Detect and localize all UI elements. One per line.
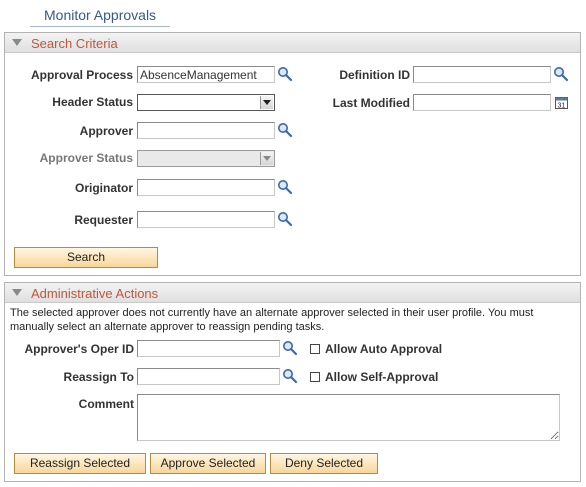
- page-title: Monitor Approvals: [44, 7, 157, 23]
- approval-process-lookup-icon[interactable]: [277, 66, 293, 82]
- search-button[interactable]: Search: [14, 247, 158, 268]
- allow-auto-approval-checkbox[interactable]: [310, 344, 320, 354]
- originator-input[interactable]: [137, 179, 275, 196]
- reassign-selected-button[interactable]: Reassign Selected: [14, 453, 146, 474]
- calendar-icon[interactable]: 31: [554, 95, 570, 111]
- administrative-actions-title[interactable]: Administrative Actions: [31, 286, 158, 301]
- collapse-triangle-icon[interactable]: [12, 289, 22, 296]
- comment-textarea[interactable]: [137, 394, 560, 441]
- originator-lookup-icon[interactable]: [277, 179, 293, 195]
- deny-selected-button[interactable]: Deny Selected: [270, 453, 378, 474]
- comment-label: Comment: [78, 397, 134, 411]
- title-underline: [30, 26, 170, 27]
- allow-self-approval-label[interactable]: Allow Self-Approval: [325, 370, 438, 384]
- administrative-actions-header[interactable]: Administrative Actions: [5, 283, 580, 303]
- requester-lookup-icon[interactable]: [277, 211, 293, 227]
- header-status-select[interactable]: [137, 94, 275, 111]
- originator-label: Originator: [74, 181, 133, 195]
- allow-auto-approval-label[interactable]: Allow Auto Approval: [325, 342, 442, 356]
- definition-id-label: Definition ID: [339, 68, 410, 82]
- approver-status-label: Approver Status: [39, 151, 133, 165]
- requester-label: Requester: [74, 213, 133, 227]
- approvers-oper-id-label: Approver's Oper ID: [24, 342, 134, 356]
- approver-label: Approver: [79, 124, 133, 138]
- search-criteria-title[interactable]: Search Criteria: [31, 36, 118, 51]
- approver-lookup-icon[interactable]: [277, 122, 293, 138]
- dropdown-arrow-icon[interactable]: [260, 96, 273, 109]
- reassign-to-input[interactable]: [137, 368, 280, 385]
- svg-text:31: 31: [558, 103, 566, 110]
- approver-input[interactable]: [137, 122, 275, 139]
- reassign-to-label: Reassign To: [63, 370, 134, 384]
- alternate-approver-message: The selected approver does not currently…: [10, 307, 534, 333]
- search-criteria-header[interactable]: Search Criteria: [5, 33, 580, 53]
- reassign-to-lookup-icon[interactable]: [282, 368, 298, 384]
- approvers-oper-id-lookup-icon[interactable]: [282, 340, 298, 356]
- header-status-label: Header Status: [52, 95, 133, 109]
- approval-process-input[interactable]: [137, 66, 275, 83]
- definition-id-input[interactable]: [413, 66, 551, 83]
- approve-selected-button[interactable]: Approve Selected: [150, 453, 266, 474]
- dropdown-arrow-icon: [260, 152, 273, 165]
- approver-status-select: [137, 150, 275, 167]
- requester-input[interactable]: [137, 211, 275, 228]
- collapse-triangle-icon[interactable]: [12, 39, 22, 46]
- allow-self-approval-checkbox[interactable]: [310, 372, 320, 382]
- definition-id-lookup-icon[interactable]: [553, 66, 569, 82]
- last-modified-label: Last Modified: [332, 96, 410, 110]
- approvers-oper-id-input[interactable]: [137, 340, 280, 357]
- last-modified-input[interactable]: [413, 94, 551, 111]
- approval-process-label: Approval Process: [30, 68, 133, 82]
